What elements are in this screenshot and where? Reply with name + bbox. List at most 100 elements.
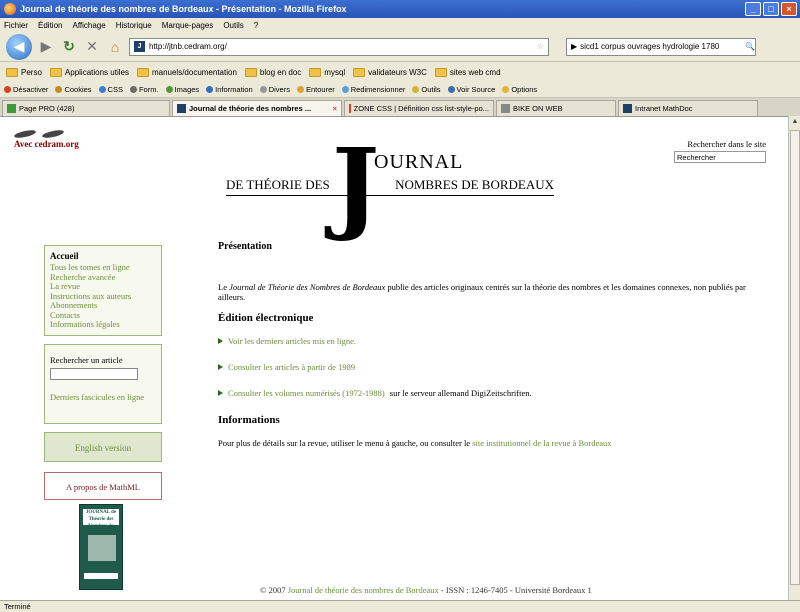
- nav-accueil[interactable]: Accueil: [50, 251, 156, 261]
- status-text: Terminé: [4, 602, 31, 611]
- site-favicon-icon: J: [134, 41, 145, 52]
- bookmark-mysql[interactable]: mysql: [309, 67, 345, 77]
- tab-zone-css[interactable]: ZONE CSS | Définition css list-style-po.…: [344, 100, 494, 116]
- web-developer-toolbar: Désactiver Cookies CSS Form. Images Info…: [0, 82, 800, 98]
- masthead-ournal: OURNAL: [374, 151, 464, 173]
- firefox-icon: [4, 3, 16, 15]
- articles-1989-link[interactable]: Consulter les articles à partir de 1989: [228, 362, 355, 372]
- bullet-arrow-icon: [218, 338, 223, 344]
- folder-icon: [244, 67, 257, 77]
- search-go-icon[interactable]: 🔍: [745, 42, 755, 51]
- institutional-site-link[interactable]: site institutionnel de la revue à Bordea…: [472, 438, 611, 448]
- cover-title: JOURNAL de Théorie des Nombres de Bordea…: [83, 508, 119, 536]
- journal-cover-image[interactable]: JOURNAL de Théorie des Nombres de Bordea…: [79, 503, 123, 590]
- dev-redimensionner[interactable]: Redimensionner: [341, 85, 405, 94]
- cedram-link[interactable]: Avec cedram.org: [14, 139, 79, 149]
- page-viewport: Avec cedram.org J OURNAL DE THÉORIE DES …: [0, 116, 788, 600]
- latest-issues-link[interactable]: Derniers fascicules en ligne: [50, 392, 156, 402]
- tab-intranet-mathdoc[interactable]: Intranet MathDoc: [618, 100, 758, 116]
- folder-icon: [309, 67, 322, 77]
- tab-journal[interactable]: Journal de théorie des nombres ... ×: [172, 100, 342, 116]
- mathml-link[interactable]: A propos de MathML: [44, 471, 162, 500]
- bookmark-applications[interactable]: Applications utiles: [49, 67, 129, 77]
- reload-icon[interactable]: ↻: [60, 38, 78, 56]
- site-search-label: Rechercher dans le site: [687, 139, 766, 149]
- dev-options[interactable]: Options: [502, 85, 537, 94]
- menubar: Fichier Édition Affichage Historique Mar…: [0, 18, 800, 32]
- window-title: Journal de théorie des nombres de Bordea…: [20, 4, 347, 14]
- site-search-input[interactable]: [674, 151, 766, 163]
- dev-cookies[interactable]: Cookies: [55, 85, 92, 94]
- scroll-up-icon[interactable]: ▲: [789, 116, 800, 128]
- english-version-button[interactable]: English version: [44, 431, 162, 462]
- info-heading: Informations: [218, 414, 280, 426]
- footer-journal-link[interactable]: Journal de théorie des nombres de Bordea…: [288, 585, 439, 595]
- tab-favicon-icon: [623, 104, 632, 113]
- scroll-thumb[interactable]: [790, 130, 800, 585]
- cedram-logo[interactable]: Avec cedram.org: [13, 128, 79, 149]
- dev-voir-source[interactable]: Voir Source: [447, 85, 495, 94]
- masthead-rule: [226, 195, 554, 196]
- status-bar: Terminé: [0, 600, 800, 612]
- search-bar[interactable]: ▶ sicd1 corpus ouvrages hydrologie 1780 …: [566, 37, 756, 56]
- cover-logo: [88, 534, 116, 561]
- info-paragraph: Pour plus de détails sur la revue, utili…: [218, 438, 612, 448]
- forward-icon[interactable]: ▶: [37, 38, 55, 56]
- folder-icon: [6, 67, 18, 77]
- bookmark-star-icon[interactable]: ☆: [537, 42, 548, 51]
- maximize-button[interactable]: □: [763, 2, 779, 16]
- back-icon[interactable]: ◀: [6, 33, 32, 60]
- menu-historique[interactable]: Historique: [116, 21, 152, 30]
- home-icon[interactable]: ⌂: [106, 38, 124, 56]
- tab-close-icon[interactable]: ×: [333, 104, 337, 113]
- nav-link-informations[interactable]: Informations légales: [50, 319, 156, 330]
- edition-heading: Édition électronique: [218, 312, 314, 324]
- dev-css[interactable]: CSS: [98, 85, 123, 94]
- bookmark-manuels[interactable]: manuels/documentation: [136, 67, 237, 77]
- latest-articles-link[interactable]: Voir les derniers articles mis en ligne.: [228, 336, 356, 346]
- tab-bike-on-web[interactable]: BIKE ON WEB: [496, 100, 616, 116]
- tab-page-pro[interactable]: Page PRO (428): [2, 100, 170, 116]
- page-scrollbar[interactable]: ▲: [788, 116, 800, 600]
- dev-outils[interactable]: Outils: [412, 85, 441, 94]
- dev-entourer[interactable]: Entourer: [296, 85, 335, 94]
- tab-favicon-icon: [7, 104, 16, 113]
- window-titlebar: Journal de théorie des nombres de Bordea…: [0, 0, 800, 18]
- digitized-volumes-link[interactable]: Consulter les volumes numérisés (1972-19…: [228, 388, 385, 398]
- intro-paragraph: Le Journal de Théorie des Nombres de Bor…: [218, 282, 746, 302]
- bookmark-validateurs[interactable]: validateurs W3C: [353, 67, 427, 77]
- page-title: Présentation: [218, 241, 272, 252]
- menu-outils[interactable]: Outils: [223, 21, 243, 30]
- tab-favicon-icon: [501, 104, 510, 113]
- stop-icon[interactable]: ✕: [83, 38, 101, 56]
- masthead-line2-right: NOMBRES DE BORDEAUX: [395, 177, 554, 192]
- list-item: Consulter les articles à partir de 1989: [218, 362, 758, 372]
- menu-marque-pages[interactable]: Marque-pages: [162, 21, 214, 30]
- dev-images[interactable]: Images: [165, 85, 199, 94]
- article-search-label: Rechercher un article: [50, 354, 123, 365]
- url-bar[interactable]: J http://jtnb.cedram.org/ ☆: [129, 37, 549, 56]
- minimize-button[interactable]: _: [745, 2, 761, 16]
- journal-masthead: J OURNAL DE THÉORIE DES NOMBRES DE BORDE…: [226, 135, 554, 239]
- dev-divers[interactable]: Divers: [259, 85, 290, 94]
- folder-icon: [136, 67, 149, 77]
- bookmark-perso[interactable]: Perso: [6, 67, 42, 77]
- bookmarks-toolbar: Perso Applications utiles manuels/docume…: [0, 62, 800, 82]
- article-search-box: Rechercher un article Derniers fascicule…: [44, 343, 162, 424]
- left-sidebar: Accueil Tous les tomes en ligne Recherch…: [44, 245, 162, 590]
- dev-desactiver[interactable]: Désactiver: [4, 85, 48, 94]
- dev-information[interactable]: Information: [206, 85, 253, 94]
- menu-affichage[interactable]: Affichage: [72, 21, 105, 30]
- search-input[interactable]: sicd1 corpus ouvrages hydrologie 1780: [580, 42, 742, 51]
- list-item: Voir les derniers articles mis en ligne.: [218, 336, 758, 346]
- url-input[interactable]: http://jtnb.cedram.org/: [149, 42, 533, 51]
- menu-fichier[interactable]: Fichier: [4, 21, 28, 30]
- article-search-input[interactable]: [50, 367, 138, 380]
- dev-form[interactable]: Form.: [129, 85, 159, 94]
- bookmark-sites-web[interactable]: sites web cmd: [434, 67, 501, 77]
- bookmark-blog[interactable]: blog en doc: [244, 67, 301, 77]
- menu-edition[interactable]: Édition: [38, 21, 62, 30]
- close-button[interactable]: ×: [781, 2, 797, 16]
- search-engine-icon[interactable]: ▶: [571, 42, 577, 51]
- menu-aide[interactable]: ?: [254, 21, 258, 30]
